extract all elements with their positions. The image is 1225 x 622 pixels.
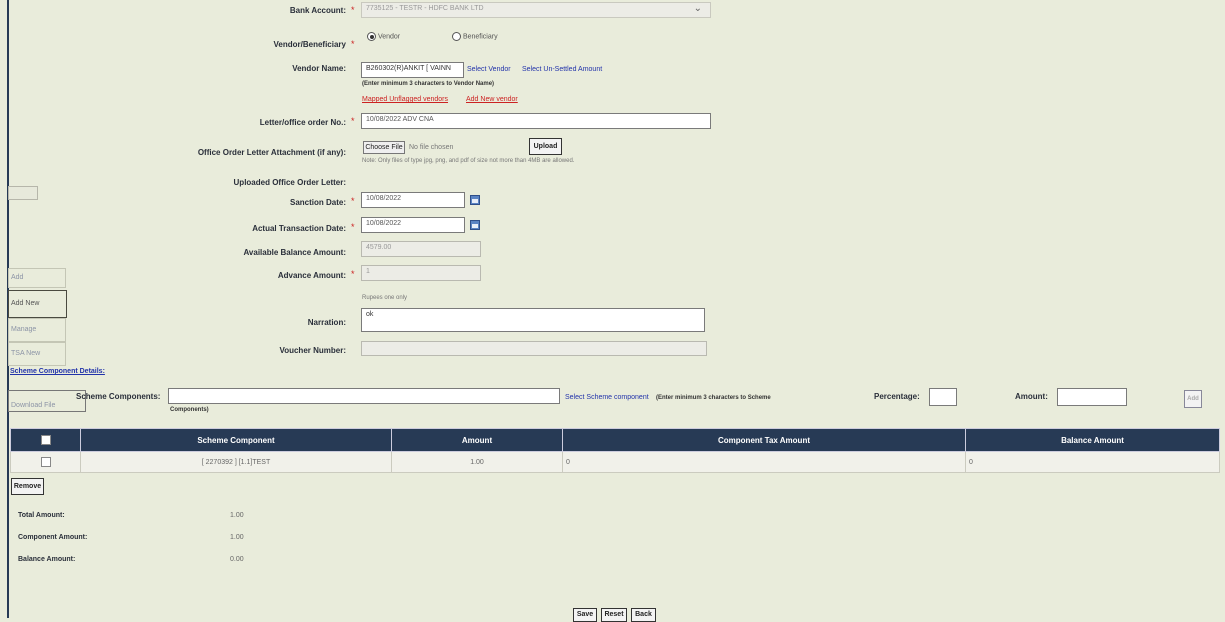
- advance-amount-label: Advance Amount:: [277, 271, 346, 280]
- calendar-icon[interactable]: [470, 220, 480, 230]
- total-amount-value: 1.00: [230, 512, 244, 519]
- radio-vendor-label: Vendor: [377, 33, 401, 41]
- select-all-header[interactable]: [10, 428, 81, 452]
- column-header: Balance Amount: [965, 428, 1220, 452]
- required-marker: *: [351, 5, 355, 15]
- balance-amount-value: 0.00: [230, 556, 244, 563]
- radio-vendor[interactable]: Vendor: [367, 32, 400, 41]
- amount-input[interactable]: [1057, 388, 1127, 406]
- scheme-hint: (Enter minimum 3 characters to Scheme: [656, 395, 771, 401]
- reset-button[interactable]: Reset: [601, 608, 627, 622]
- amount-label: Amount:: [1015, 392, 1048, 401]
- advance-amount-input[interactable]: 1: [361, 265, 481, 281]
- choose-file-button[interactable]: Choose File: [363, 141, 405, 154]
- upload-button[interactable]: Upload: [529, 138, 562, 155]
- radio-beneficiary[interactable]: Beneficiary: [452, 32, 498, 41]
- side-manage-button[interactable]: Manage: [8, 318, 66, 342]
- column-header: Scheme Component: [80, 428, 392, 452]
- checkbox-icon[interactable]: [40, 457, 51, 467]
- balance-amount-label: Balance Amount:: [18, 556, 76, 563]
- vendor-name-hint: (Enter minimum 3 characters to Vendor Na…: [362, 81, 495, 87]
- side-download-file-button[interactable]: Download File: [8, 390, 86, 412]
- chevron-down-icon: ⌄: [693, 3, 702, 14]
- attachment-note: Note: Only files of type jpg, png, and p…: [362, 158, 575, 164]
- scheme-component-table: Scheme Component Amount Component Tax Am…: [10, 428, 1220, 473]
- scheme-hint-cont: Components): [170, 407, 209, 413]
- calendar-icon[interactable]: [470, 195, 480, 205]
- side-tsa-new-button[interactable]: TSA New: [8, 342, 66, 366]
- back-button[interactable]: Back: [631, 608, 656, 622]
- uploaded-letter-label: Uploaded Office Order Letter:: [233, 178, 346, 187]
- remove-button[interactable]: Remove: [11, 478, 44, 495]
- vendor-beneficiary-label: Vendor/Beneficiary: [273, 40, 346, 49]
- row-select-cell[interactable]: [10, 451, 81, 473]
- column-header: Component Tax Amount: [562, 428, 966, 452]
- checkbox-icon[interactable]: [40, 435, 51, 445]
- column-header: Amount: [391, 428, 563, 452]
- scheme-components-input[interactable]: [168, 388, 560, 404]
- narration-label: Narration:: [307, 318, 346, 327]
- bank-account-value: 7735125 - TESTR - HDFC BANK LTD: [366, 5, 484, 12]
- save-button[interactable]: Save: [573, 608, 597, 622]
- vendor-name-input[interactable]: B260302(R)ANKIT [ VAINN: [361, 62, 464, 78]
- total-amount-label: Total Amount:: [18, 512, 65, 519]
- percentage-label: Percentage:: [874, 392, 920, 401]
- required-marker: *: [351, 222, 355, 232]
- select-scheme-component-link[interactable]: Select Scheme component: [565, 394, 649, 401]
- vendor-name-label: Vendor Name:: [292, 64, 346, 73]
- side-add-new-button[interactable]: Add New: [8, 290, 67, 318]
- table-row: [ 2270392 ] [1.1]TEST 1.00 0 0: [10, 451, 1220, 473]
- component-amount-label: Component Amount:: [18, 534, 88, 541]
- letter-no-input[interactable]: 10/08/2022 ADV CNA: [361, 113, 711, 129]
- select-unsettled-link[interactable]: Select Un-Settled Amount: [522, 66, 602, 73]
- scheme-components-label: Scheme Components:: [76, 392, 161, 401]
- radio-beneficiary-label: Beneficiary: [462, 33, 498, 41]
- attachment-label: Office Order Letter Attachment (if any):: [197, 148, 346, 157]
- component-cell: [ 2270392 ] [1.1]TEST: [80, 451, 392, 473]
- sanction-date-label: Sanction Date:: [289, 198, 346, 207]
- amount-cell: 1.00: [391, 451, 563, 473]
- narration-textarea[interactable]: ok: [361, 308, 705, 332]
- side-add-button[interactable]: Add: [8, 268, 66, 288]
- side-box[interactable]: [8, 186, 38, 200]
- select-vendor-link[interactable]: Select Vendor: [467, 66, 511, 73]
- required-marker: *: [351, 196, 355, 206]
- bank-account-select[interactable]: 7735125 - TESTR - HDFC BANK LTD ⌄: [361, 2, 711, 18]
- required-marker: *: [351, 269, 355, 279]
- letter-no-label: Letter/office order No.:: [259, 118, 346, 127]
- add-component-button[interactable]: Add: [1184, 390, 1202, 408]
- available-balance-label: Available Balance Amount:: [243, 248, 346, 257]
- voucher-number-input: [361, 341, 707, 356]
- scheme-section-title: Scheme Component Details:: [10, 368, 105, 375]
- radio-icon: [367, 32, 376, 41]
- radio-icon: [452, 32, 461, 41]
- actual-txn-date-input[interactable]: 10/08/2022: [361, 217, 465, 233]
- mapped-unflagged-link[interactable]: Mapped Unflagged vendors: [362, 96, 448, 103]
- percentage-input[interactable]: [929, 388, 957, 406]
- balance-cell: 0: [965, 451, 1220, 473]
- no-file-text: No file chosen: [409, 144, 454, 151]
- voucher-number-label: Voucher Number:: [279, 346, 346, 355]
- add-new-vendor-link[interactable]: Add New vendor: [466, 96, 518, 103]
- actual-txn-date-label: Actual Transaction Date:: [252, 224, 346, 233]
- available-balance-input: 4579.00: [361, 241, 481, 257]
- required-marker: *: [351, 39, 355, 49]
- tax-cell: 0: [562, 451, 966, 473]
- bank-account-label: Bank Account:: [289, 6, 346, 15]
- sanction-date-input[interactable]: 10/08/2022: [361, 192, 465, 208]
- amount-in-words: Rupees one only: [362, 295, 408, 301]
- component-amount-value: 1.00: [230, 534, 244, 541]
- required-marker: *: [351, 116, 355, 126]
